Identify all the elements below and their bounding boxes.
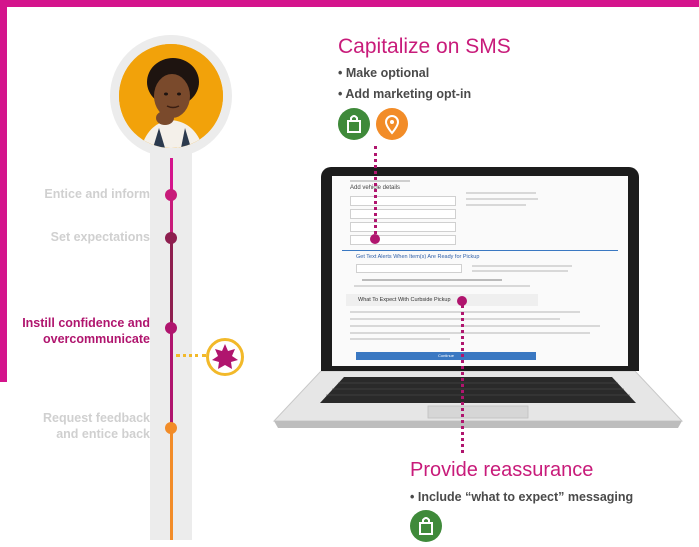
laptop-keyboard-base <box>272 371 684 428</box>
screen-text-line <box>350 311 580 313</box>
screen-text-line <box>350 338 450 340</box>
sms-bullet: • Add marketing opt-in <box>338 87 472 101</box>
screen-text-line <box>350 332 590 334</box>
timeline-segment <box>170 328 173 428</box>
screen-text-line <box>350 180 410 182</box>
timeline-dot <box>165 189 177 201</box>
vehicle-plate-field <box>350 235 456 245</box>
timeline-dot <box>165 422 177 434</box>
reassure-bullet: • Include “what to expect” messaging <box>410 490 634 504</box>
screen-text-line <box>354 285 530 287</box>
screen-text-line <box>472 265 572 267</box>
shopping-bag-icon <box>410 510 442 542</box>
stage-label-line: Request feedback <box>43 411 150 425</box>
sms-title: Capitalize on SMS <box>338 35 511 58</box>
phone-number-field <box>356 264 462 273</box>
screen-text-line <box>350 318 560 320</box>
timeline-segment <box>170 238 173 328</box>
vehicle-make-field <box>350 196 456 206</box>
continue-button[interactable]: Continue <box>356 352 536 360</box>
stage-label: Set expectations <box>50 230 150 244</box>
stage-label-line: overcommunicate <box>43 332 150 346</box>
sms-optin-checkbox-label <box>362 279 502 281</box>
alerts-heading: Get Text Alerts When Item(s) Are Ready f… <box>356 254 480 260</box>
sms-bullet: • Make optional <box>338 66 430 80</box>
section-divider <box>342 250 618 251</box>
dotted-connector <box>176 354 206 357</box>
stage-label-line: Instill confidence and <box>22 316 150 330</box>
location-pin-icon <box>376 108 408 140</box>
top-accent-bar <box>0 0 699 7</box>
stage-label: Entice and inform <box>44 187 150 201</box>
vehicle-color-field <box>350 222 456 232</box>
dotted-connector <box>461 305 464 453</box>
continue-button-label: Continue <box>437 353 454 358</box>
avatar <box>119 44 223 148</box>
vehicle-model-field <box>350 209 456 219</box>
timeline-dot <box>165 232 177 244</box>
stage-label: Instill confidence and overcommunicate <box>22 315 150 347</box>
screen-text-line <box>350 325 600 327</box>
expect-heading: What To Expect With Curbside Pickup <box>358 297 451 303</box>
timeline-dot <box>165 322 177 334</box>
screen-text-line <box>472 270 568 272</box>
stage-label: Request feedback and entice back <box>43 410 150 442</box>
timeline-segment <box>170 428 173 540</box>
callout-dot <box>370 234 380 244</box>
screen-text-line <box>466 192 536 194</box>
person-illustration-icon <box>119 44 223 148</box>
shopping-bag-icon <box>338 108 370 140</box>
dotted-connector <box>374 146 377 240</box>
left-accent-bar <box>0 0 7 382</box>
reassure-title: Provide reassurance <box>410 459 594 481</box>
stage-label-line: and entice back <box>56 427 150 441</box>
star-badge-icon <box>206 338 244 376</box>
screen-text-line <box>466 204 526 206</box>
screen-text-line <box>466 198 538 200</box>
